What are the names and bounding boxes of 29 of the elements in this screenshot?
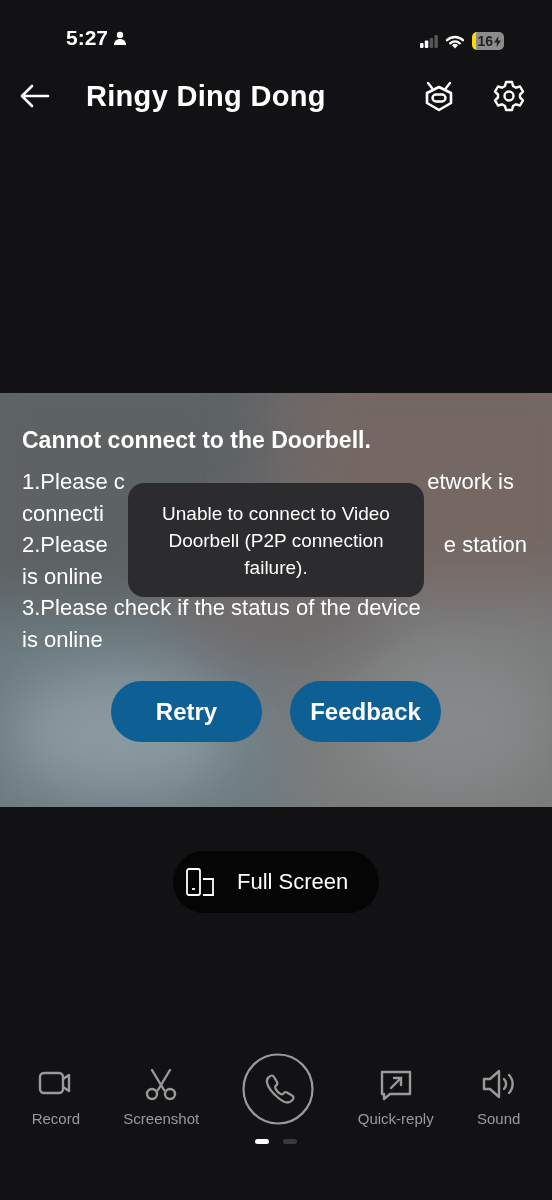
full-screen-button[interactable]: Full Screen bbox=[173, 851, 379, 913]
person-icon bbox=[113, 31, 128, 45]
settings-icon[interactable] bbox=[492, 79, 526, 113]
wifi-icon bbox=[445, 33, 466, 49]
error-text: 3.Please check if the status of the device bbox=[22, 594, 421, 622]
error-text: is online bbox=[22, 562, 103, 591]
error-text: etwork is bbox=[427, 468, 514, 496]
status-time: 5:27 bbox=[66, 26, 109, 50]
bolt-icon bbox=[494, 35, 501, 47]
quick-reply-button[interactable]: Quick-reply bbox=[357, 1068, 434, 1127]
retry-button[interactable]: Retry bbox=[111, 681, 262, 742]
screenshot-button[interactable]: Screenshot bbox=[123, 1068, 200, 1127]
page-indicator[interactable] bbox=[255, 1139, 269, 1144]
error-text: connecti bbox=[22, 499, 104, 528]
record-button[interactable]: Record bbox=[31, 1068, 80, 1127]
back-arrow-icon[interactable] bbox=[20, 84, 50, 108]
toast-message: Unable to connect to Video Doorbell (P2P connection failure). bbox=[128, 483, 424, 597]
error-text: 1.Please c bbox=[22, 468, 125, 496]
error-text: 2.Please bbox=[22, 531, 108, 559]
screen-title: Ringy Ding Dong bbox=[86, 79, 327, 113]
error-title: Cannot connect to the Doorbell. bbox=[22, 427, 372, 454]
battery-level: 16 bbox=[477, 33, 493, 49]
error-text: e station bbox=[443, 531, 527, 559]
call-button[interactable] bbox=[242, 1052, 315, 1125]
error-text: is online bbox=[22, 625, 103, 654]
sound-button[interactable]: Sound bbox=[476, 1068, 521, 1127]
feedback-button[interactable]: Feedback bbox=[290, 681, 441, 742]
signal-icon bbox=[420, 34, 439, 48]
rotate-phone-icon bbox=[185, 867, 217, 897]
